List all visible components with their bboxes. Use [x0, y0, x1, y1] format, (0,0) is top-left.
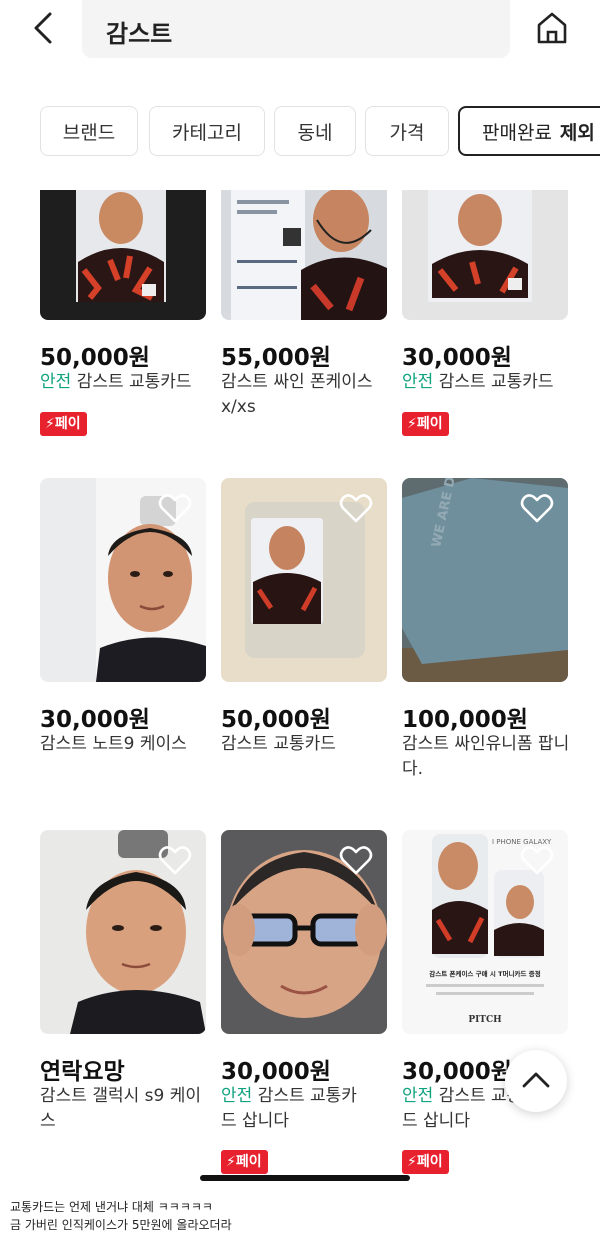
product-title-text: 감스트 교통카드: [221, 734, 336, 754]
heart-icon[interactable]: [520, 844, 554, 876]
filter-neighborhood-label: 동네: [297, 121, 333, 144]
product-price: 30,000원: [402, 345, 512, 371]
safe-label: 안전: [221, 1086, 253, 1106]
product-title-text: 감스트 교통카드: [76, 372, 192, 392]
product-price: 100,000원: [402, 707, 528, 733]
product-card-2[interactable]: 55,000원 감스트 싸인 폰케이스 x/xs: [221, 190, 387, 450]
product-image: I PHONE GALAXY 감스트 폰케이스 구매 시 T머니카드 증정 PI…: [402, 830, 568, 1034]
product-image: [221, 478, 387, 682]
home-indicator[interactable]: [200, 1175, 410, 1181]
product-image: [40, 478, 206, 682]
search-query: 감스트: [106, 20, 173, 48]
product-price: 30,000원: [402, 1059, 512, 1085]
product-title-text: 감스트 싸인 폰케이스 x/xs: [221, 372, 373, 417]
product-card-3[interactable]: 30,000원 안전 감스트 교통카드 ⚡페이: [402, 190, 568, 450]
product-card-1[interactable]: 50,000원 안전 감스트 교통카드 ⚡페이: [40, 190, 206, 450]
pay-badge: ⚡페이: [40, 412, 87, 436]
pay-label: 페이: [416, 1154, 443, 1170]
filter-neighborhood[interactable]: 동네: [274, 106, 356, 156]
product-image: [40, 190, 206, 320]
heart-icon[interactable]: [339, 844, 373, 876]
filter-exclude-label: 제외: [559, 121, 595, 144]
product-title: 감스트 싸인 폰케이스 x/xs: [221, 370, 391, 420]
product-title-text: 감스트 싸인유니폼 팝니다.: [402, 734, 570, 779]
heart-icon[interactable]: [158, 844, 192, 876]
product-price: 연락요망: [40, 1059, 125, 1085]
product-card-7[interactable]: 연락요망 감스트 갤럭시 s9 케이스: [40, 830, 206, 1160]
brand-logo-text: PITCH: [468, 1015, 502, 1025]
pay-badge: ⚡페이: [221, 1150, 268, 1174]
product-title: 감스트 갤럭시 s9 케이스: [40, 1084, 210, 1134]
home-icon[interactable]: [534, 10, 570, 46]
filter-category-label: 카테고리: [172, 121, 242, 144]
caption-line-1: 교통카드는 언제 낸거냐 대체 ㅋㅋㅋㅋㅋ: [10, 1200, 213, 1214]
product-price: 50,000원: [40, 345, 150, 371]
filter-brand[interactable]: 브랜드: [40, 106, 138, 156]
product-card-6[interactable]: WE ARE DAEGU 100,000원 감스트 싸인유니폼 팝니다.: [402, 478, 569, 788]
heart-icon[interactable]: [158, 492, 192, 524]
scroll-top-button[interactable]: [505, 1050, 567, 1112]
product-price: 30,000원: [40, 707, 150, 733]
product-title: 안전 감스트 교통카드: [40, 370, 210, 395]
product-card-8[interactable]: 30,000원 안전 감스트 교통카드 삽니다 ⚡페이: [221, 830, 387, 1175]
product-image: [221, 830, 387, 1034]
product-card-5[interactable]: 50,000원 감스트 교통카드: [221, 478, 387, 788]
product-image: [40, 830, 206, 1034]
safe-label: 안전: [402, 372, 434, 392]
product-card-9[interactable]: I PHONE GALAXY 감스트 폰케이스 구매 시 T머니카드 증정 PI…: [402, 830, 568, 1175]
pay-badge: ⚡페이: [402, 1150, 449, 1174]
product-title-text: 감스트 노트9 케이스: [40, 734, 187, 754]
filter-brand-label: 브랜드: [62, 121, 116, 144]
search-input[interactable]: 감스트: [82, 0, 510, 58]
product-image: [221, 190, 387, 320]
filter-price-label: 가격: [389, 121, 425, 144]
pay-label: 페이: [416, 416, 443, 432]
product-title: 안전 감스트 교통카드 삽니다: [221, 1084, 361, 1134]
chevron-up-icon: [522, 1072, 550, 1088]
heart-icon[interactable]: [520, 492, 554, 524]
product-title-text: 감스트 갤럭시 s9 케이스: [40, 1086, 202, 1131]
filter-exclude-sold[interactable]: 판매완료 제외: [458, 106, 600, 156]
safe-label: 안전: [402, 1086, 434, 1106]
heart-icon[interactable]: [339, 492, 373, 524]
product-price: 50,000원: [221, 707, 331, 733]
filter-category[interactable]: 카테고리: [149, 106, 265, 156]
product-title: 안전 감스트 교통카드: [402, 370, 572, 395]
pay-label: 페이: [54, 416, 81, 432]
safe-label: 안전: [40, 372, 72, 392]
product-image: WE ARE DAEGU: [402, 478, 568, 682]
product-price: 55,000원: [221, 345, 331, 371]
product-title: 감스트 교통카드: [221, 732, 391, 757]
product-title: 감스트 싸인유니폼 팝니다.: [402, 732, 572, 782]
caption: 교통카드는 언제 낸거냐 대체 ㅋㅋㅋㅋㅋ 금 가버린 인직케이스가 5만원에 …: [10, 1198, 232, 1234]
filter-sold-label: 판매완료: [482, 121, 552, 144]
product-image: [402, 190, 568, 320]
filter-bar: 브랜드 카테고리 동네 가격 판매완료 제외: [40, 106, 600, 158]
product-price: 30,000원: [221, 1059, 331, 1085]
pay-label: 페이: [235, 1154, 262, 1170]
pay-badge: ⚡페이: [402, 412, 449, 436]
back-arrow-icon[interactable]: [28, 10, 62, 46]
product-card-4[interactable]: 30,000원 감스트 노트9 케이스: [40, 478, 206, 788]
promo-text: 감스트 폰케이스 구매 시 T머니카드 증정: [429, 969, 540, 978]
top-bar: 감스트: [0, 0, 600, 62]
filter-price[interactable]: 가격: [365, 106, 449, 156]
product-title: 감스트 노트9 케이스: [40, 732, 210, 757]
caption-line-2: 금 가버린 인직케이스가 5만원에 올라오더라: [10, 1218, 232, 1232]
product-title-text: 감스트 교통카드: [438, 372, 554, 392]
